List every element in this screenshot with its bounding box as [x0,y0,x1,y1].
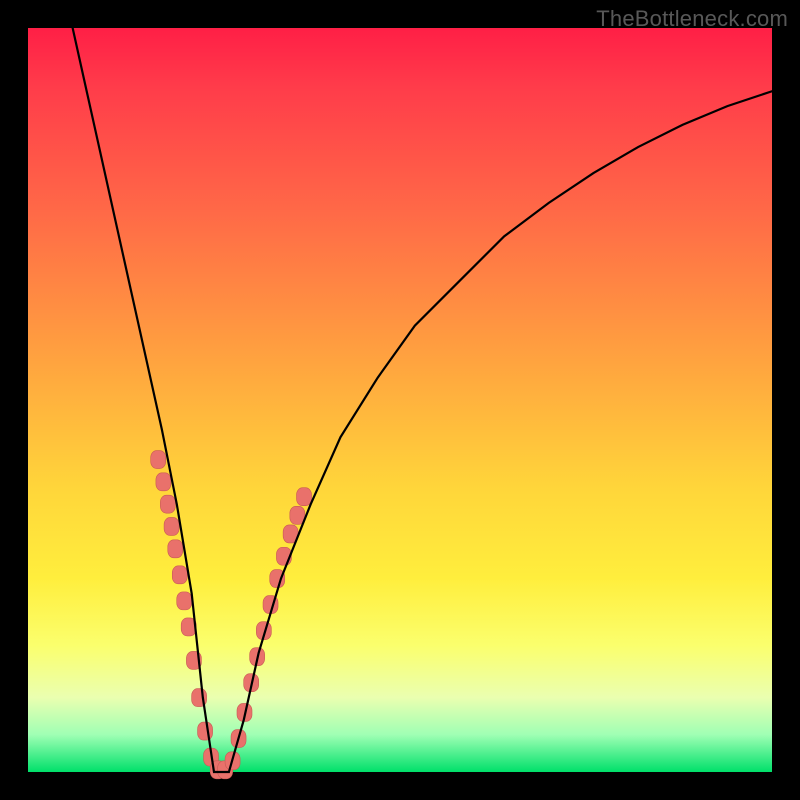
curve-marker [297,488,312,506]
curve-marker [160,495,175,513]
curve-marker [164,517,179,535]
chart-frame: TheBottleneck.com [0,0,800,800]
curve-marker [151,451,166,469]
chart-svg [28,28,772,772]
curve-marker [172,566,187,584]
curve-marker [177,592,192,610]
curve-marker [168,540,183,558]
curve-marker [156,473,171,491]
plot-area [28,28,772,772]
curve-marker [198,722,213,740]
bottleneck-curve [73,28,772,772]
watermark-text: TheBottleneck.com [596,6,788,32]
